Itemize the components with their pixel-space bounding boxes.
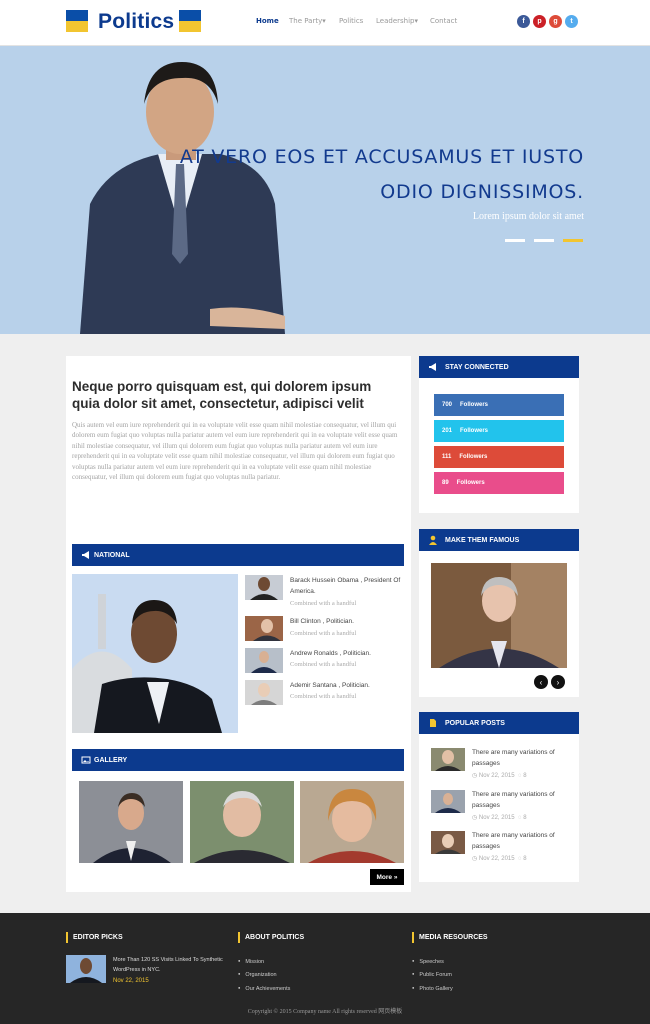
slider-dot-2[interactable] bbox=[534, 239, 554, 242]
post-thumb-3[interactable] bbox=[431, 831, 465, 854]
article-paragraph: Quis autem vel eum iure reprehenderit qu… bbox=[72, 421, 398, 482]
hero-title-line2: ODIO DIGNISSIMOS. bbox=[380, 181, 584, 203]
carousel-prev-button[interactable]: ‹ bbox=[534, 675, 548, 689]
editor-pick-title[interactable]: More Than 120 SS Visits Linked To Synthe… bbox=[113, 955, 223, 975]
slider-dot-3-active[interactable] bbox=[563, 239, 583, 242]
google-plus-icon[interactable]: g bbox=[549, 15, 562, 28]
post-title-3[interactable]: There are many variations of passages bbox=[472, 830, 572, 852]
carousel-next-button[interactable]: › bbox=[551, 675, 565, 689]
news-thumb-2[interactable] bbox=[245, 616, 283, 641]
nav-home[interactable]: Home bbox=[256, 17, 279, 25]
post-thumb-2[interactable] bbox=[431, 790, 465, 813]
site-logo[interactable]: Politics bbox=[98, 10, 174, 34]
news-title-1[interactable]: Barack Hussein Obama , President Of Amer… bbox=[290, 575, 405, 597]
footer-link-organization[interactable]: Organization bbox=[238, 971, 276, 978]
facebook-icon[interactable]: f bbox=[517, 15, 530, 28]
gallery-section-header: GALLERY bbox=[72, 749, 404, 771]
news-sub-3: Combined with a handful bbox=[290, 661, 357, 668]
famous-person-photo[interactable] bbox=[431, 563, 567, 668]
make-them-famous-header: MAKE THEM FAMOUS bbox=[419, 529, 579, 551]
news-sub-2: Combined with a handful bbox=[290, 630, 357, 637]
nav-the-party[interactable]: The Party▾ bbox=[289, 17, 326, 25]
followers-google-plus[interactable]: 111 Followers bbox=[434, 446, 564, 468]
featured-news-photo[interactable] bbox=[72, 574, 238, 733]
footer-link-speeches[interactable]: Speeches bbox=[412, 958, 443, 965]
clock-icon: ◷ bbox=[472, 856, 479, 862]
footer-about-politics-heading: ABOUT POLITICS bbox=[238, 932, 304, 943]
news-title-2[interactable]: Bill Clinton , Politician. bbox=[290, 616, 405, 627]
post-title-2[interactable]: There are many variations of passages bbox=[472, 789, 572, 811]
post-meta-1: ◷ Nov 22, 2015 ◌ 8 bbox=[472, 773, 527, 779]
hero-subtitle: Lorem ipsum dolor sit amet bbox=[472, 211, 584, 222]
flag-logo-icon bbox=[179, 10, 201, 32]
news-sub-4: Combined with a handful bbox=[290, 693, 357, 700]
pinterest-icon[interactable]: p bbox=[533, 15, 546, 28]
news-title-3[interactable]: Andrew Ronalds , Politician. bbox=[290, 648, 405, 659]
followers-dribbble[interactable]: 89 Followers bbox=[434, 472, 564, 494]
followers-twitter[interactable]: 201 Followers bbox=[434, 420, 564, 442]
site-header: Politics Home The Party▾ Politics Leader… bbox=[0, 0, 650, 46]
news-thumb-3[interactable] bbox=[245, 648, 283, 673]
popular-posts-header: POPULAR POSTS bbox=[419, 712, 579, 734]
hero-title-line1: AT VERO EOS ET ACCUSAMUS ET IUSTO bbox=[179, 146, 584, 168]
editor-pick-date: Nov 22, 2015 bbox=[113, 978, 149, 984]
chevron-down-icon: ▾ bbox=[414, 17, 418, 25]
news-thumb-1[interactable] bbox=[245, 575, 283, 600]
footer-link-achievements[interactable]: Our Achievements bbox=[238, 985, 290, 992]
stay-connected-header: STAY CONNECTED bbox=[419, 356, 579, 378]
document-icon bbox=[430, 719, 436, 727]
editor-pick-thumb[interactable] bbox=[66, 955, 106, 983]
gallery-image-2[interactable] bbox=[190, 781, 294, 863]
footer-media-resources-heading: MEDIA RESOURCES bbox=[412, 932, 488, 943]
gallery-image-1[interactable] bbox=[79, 781, 183, 863]
footer-link-public-forum[interactable]: Public Forum bbox=[412, 971, 451, 978]
politician-photo bbox=[80, 62, 285, 334]
megaphone-icon bbox=[82, 551, 89, 559]
nav-leadership[interactable]: Leadership▾ bbox=[376, 17, 418, 25]
clock-icon: ◷ bbox=[472, 773, 479, 779]
hero-slider: AT VERO EOS ET ACCUSAMUS ET IUSTO ODIO D… bbox=[0, 46, 650, 334]
copyright-text: Copyright © 2015 Company name All rights… bbox=[247, 1009, 403, 1015]
twitter-icon[interactable]: t bbox=[565, 15, 578, 28]
more-button[interactable]: More » bbox=[370, 869, 404, 885]
slider-dot-1[interactable] bbox=[505, 239, 525, 242]
footer-editor-picks-heading: EDITOR PICKS bbox=[66, 932, 123, 943]
megaphone-icon bbox=[429, 363, 436, 371]
post-title-1[interactable]: There are many variations of passages bbox=[472, 747, 572, 769]
followers-facebook[interactable]: 700 Followers bbox=[434, 394, 564, 416]
footer-link-photo-gallery[interactable]: Photo Gallery bbox=[412, 985, 452, 992]
post-thumb-1[interactable] bbox=[431, 748, 465, 771]
clock-icon: ◷ bbox=[472, 815, 479, 821]
nav-contact[interactable]: Contact bbox=[430, 17, 457, 25]
national-section-header: NATIONAL bbox=[72, 544, 404, 566]
user-icon bbox=[429, 535, 437, 545]
flag-logo-icon bbox=[66, 10, 88, 32]
news-thumb-4[interactable] bbox=[245, 680, 283, 705]
news-title-4[interactable]: Ademir Santana , Politician. bbox=[290, 680, 405, 691]
image-icon bbox=[81, 756, 91, 764]
nav-politics[interactable]: Politics bbox=[339, 17, 363, 25]
post-meta-2: ◷ Nov 22, 2015 ◌ 8 bbox=[472, 815, 527, 821]
chevron-down-icon: ▾ bbox=[322, 17, 326, 25]
article-title: Neque porro quisquam est, qui dolorem ip… bbox=[72, 379, 372, 411]
news-sub-1: Combined with a handful bbox=[290, 600, 357, 607]
post-meta-3: ◷ Nov 22, 2015 ◌ 8 bbox=[472, 856, 527, 862]
gallery-image-3[interactable] bbox=[300, 781, 404, 863]
footer-link-mission[interactable]: Mission bbox=[238, 958, 264, 965]
